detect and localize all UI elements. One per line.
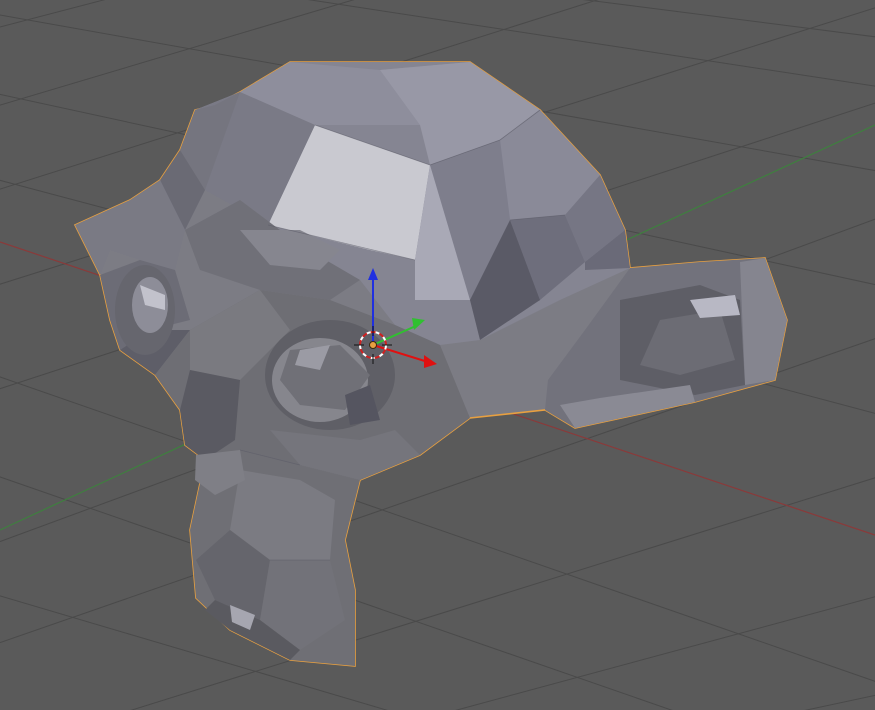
3d-viewport[interactable] (0, 0, 875, 710)
viewport-canvas[interactable] (0, 0, 875, 710)
object-origin (369, 341, 377, 349)
